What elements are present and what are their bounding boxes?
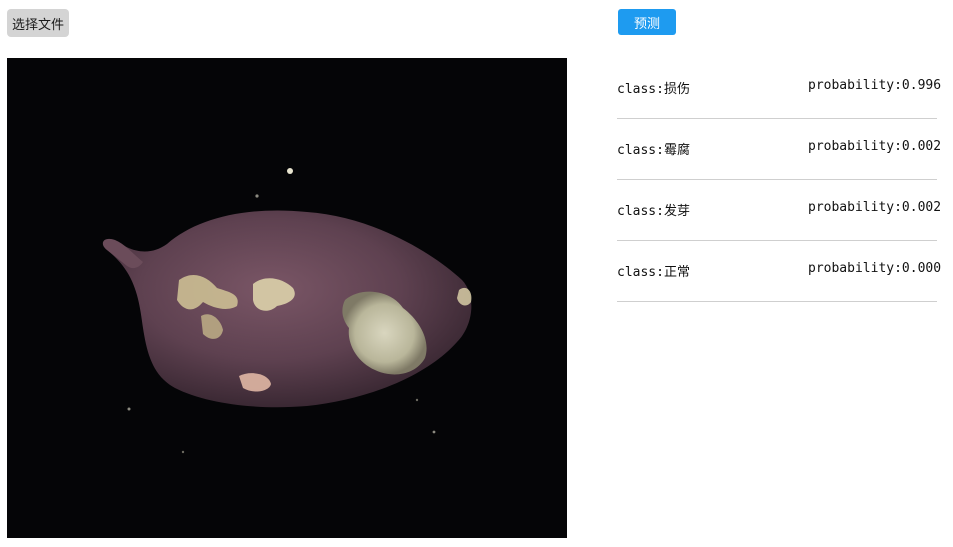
result-row: class:霉腐 probability:0.002 [617, 119, 941, 180]
result-class: class:霉腐 [617, 143, 690, 158]
result-row: class:正常 probability:0.000 [617, 241, 941, 302]
prediction-results: class:损伤 probability:0.996 class:霉腐 prob… [617, 58, 947, 302]
result-class: class:发芽 [617, 204, 690, 219]
sweet-potato-image [7, 58, 567, 538]
predict-button[interactable]: 预测 [618, 9, 676, 35]
image-preview [7, 58, 567, 538]
result-probability: probability:0.996 [808, 78, 942, 93]
page: 选择文件 预测 class:损伤 probability:0.996 class… [0, 0, 953, 547]
choose-file-button[interactable]: 选择文件 [7, 9, 69, 37]
result-class: class:正常 [617, 265, 690, 280]
result-row: class:损伤 probability:0.996 [617, 58, 941, 119]
result-row: class:发芽 probability:0.002 [617, 180, 941, 241]
result-probability: probability:0.002 [808, 200, 942, 215]
result-probability: probability:0.002 [808, 139, 942, 154]
result-class: class:损伤 [617, 82, 690, 97]
result-probability: probability:0.000 [808, 261, 942, 276]
